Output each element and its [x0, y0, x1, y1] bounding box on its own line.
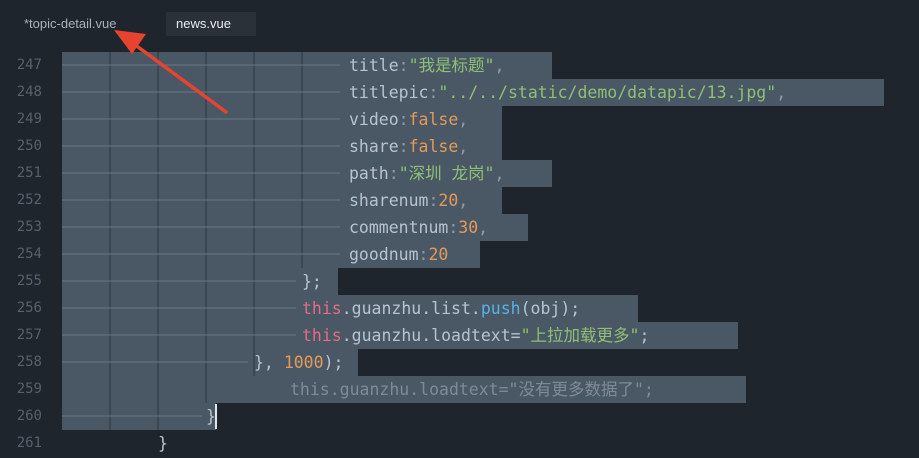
- code-line: sharenum:20,: [349, 191, 469, 210]
- code-line: goodnum:20: [349, 245, 449, 264]
- line-number: 259: [16, 381, 42, 397]
- tab-label: news.vue: [176, 16, 231, 31]
- code-line: this.guanzhu.list.push(obj);: [302, 299, 581, 318]
- line-number: 249: [16, 111, 42, 127]
- line-number: 250: [16, 138, 42, 154]
- code-line: path:"深圳 龙岗",: [349, 164, 505, 183]
- code-line: }: [158, 434, 168, 453]
- line-number: 247: [16, 57, 42, 73]
- line-number: 256: [16, 300, 42, 316]
- code-line: title:"我是标题",: [349, 56, 505, 75]
- code-line: this.guanzhu.loadtext="上拉加载更多";: [302, 326, 650, 345]
- code-line: commentnum:30,: [349, 218, 489, 237]
- text-cursor: [215, 404, 217, 429]
- line-number-gutter: 247 248 249 250 251 252 253 254 255 256 …: [0, 52, 50, 458]
- code-editor[interactable]: 247 248 249 250 251 252 253 254 255 256 …: [0, 52, 919, 458]
- code-line: this.guanzhu.loadtext="没有更多数据了";: [290, 380, 654, 399]
- line-number: 261: [16, 435, 42, 451]
- line-number: 248: [16, 84, 42, 100]
- line-number: 252: [16, 192, 42, 208]
- line-number: 251: [16, 165, 42, 181]
- tab-news[interactable]: news.vue: [166, 12, 256, 36]
- tab-topic-detail[interactable]: *topic-detail.vue: [14, 12, 127, 36]
- code-line: }, 1000);: [254, 353, 344, 372]
- tab-label: *topic-detail.vue: [24, 16, 117, 31]
- line-number: 254: [16, 246, 42, 262]
- code-line: share:false,: [349, 137, 469, 156]
- line-number: 260: [16, 408, 42, 424]
- code-line: titlepic:"../../static/demo/datapic/13.j…: [349, 83, 787, 102]
- line-number: 257: [16, 327, 42, 343]
- line-number: 255: [16, 273, 42, 289]
- tab-bar: *topic-detail.vue news.vue: [0, 0, 919, 44]
- line-number: 258: [16, 354, 42, 370]
- line-number: 253: [16, 219, 42, 235]
- code-line: video:false,: [349, 110, 469, 129]
- code-line: };: [302, 272, 322, 291]
